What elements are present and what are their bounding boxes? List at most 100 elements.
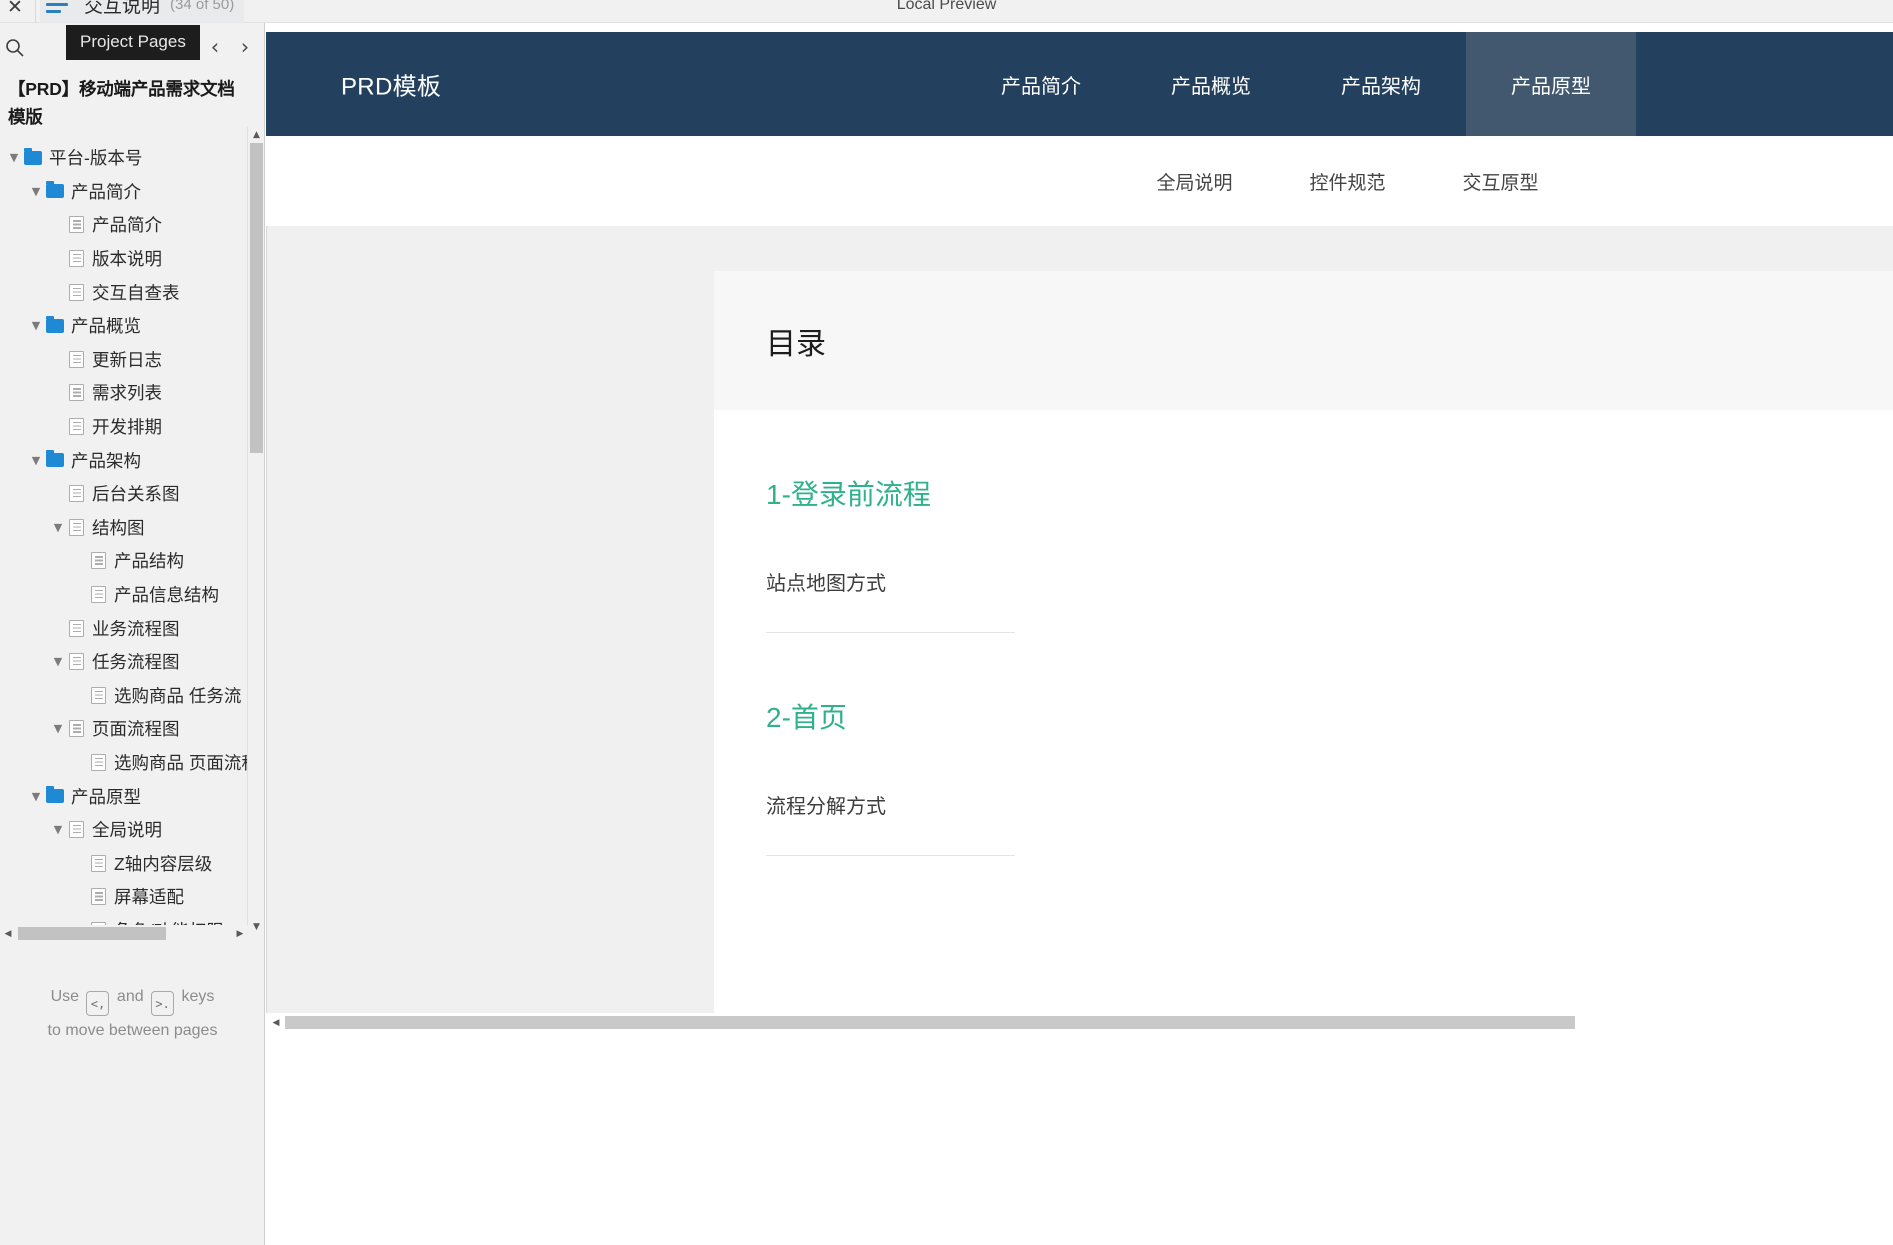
page-icon [69, 653, 84, 671]
tree-item-label: 产品简介 [92, 215, 162, 236]
navbar-items: 产品简介 产品概览 产品架构 产品原型 [956, 32, 1636, 136]
hint-prefix: Use [50, 987, 80, 1005]
tree-item[interactable]: ▼ 平台-版本号 [0, 141, 264, 175]
caret-down-icon[interactable]: ▼ [50, 721, 66, 737]
tree-item-label: 产品简介 [71, 181, 141, 202]
tree-item[interactable]: ▼ 产品概览 [0, 309, 264, 343]
page-title: 目录 [766, 327, 826, 361]
page-icon [69, 485, 84, 503]
tree-item-label: Z轴内容层级 [114, 853, 213, 874]
subnav-item[interactable]: 交互原型 [1424, 136, 1577, 226]
caret-down-icon[interactable]: ▼ [50, 822, 66, 838]
page-icon [69, 350, 84, 368]
tree-item[interactable]: ▼交互自查表 [0, 275, 264, 309]
folder-icon [46, 315, 64, 333]
caret-down-icon[interactable]: ▼ [50, 519, 66, 535]
toc-card-body: 1-登录前流程 站点地图方式 2-首页 流程分解方式 [714, 410, 1893, 856]
navbar-item[interactable]: 产品简介 [956, 32, 1126, 136]
tree-item[interactable]: ▼业务流程图 [0, 611, 264, 645]
toc-card: 目录 1-登录前流程 站点地图方式 2-首页 流程分解方式 [714, 271, 1893, 1033]
tree-item[interactable]: ▼ 产品原型 [0, 779, 264, 813]
tree-item-label: 产品概览 [71, 316, 141, 337]
page-pane-chip[interactable]: 交互说明 (34 of 50) [40, 0, 245, 24]
tree-item[interactable]: ▼选购商品 页面流程 [0, 746, 264, 780]
navbar-item[interactable]: 产品概览 [1126, 32, 1296, 136]
tree-item[interactable]: ▼Z轴内容层级 [0, 846, 264, 880]
caret-down-icon[interactable]: ▼ [50, 654, 66, 670]
toc-section-title[interactable]: 2-首页 [766, 633, 1893, 736]
navbar-item[interactable]: 产品架构 [1296, 32, 1466, 136]
sidebar-vertical-scrollbar[interactable]: ▲ ▼ [247, 127, 264, 935]
sidebar-hscroll-thumb[interactable] [18, 927, 166, 940]
scroll-right-icon[interactable]: ▶ [232, 925, 248, 942]
prototype-hscroll-thumb[interactable] [285, 1016, 1575, 1029]
subnav-item[interactable]: 全局说明 [1118, 136, 1271, 226]
project-pages-sidebar: ‹ › 【PRD】移动端产品需求文档模版 ▼平台-版本号▼产品简介▼产品简介▼版… [0, 23, 265, 1245]
chevron-right-icon[interactable]: › [234, 33, 256, 61]
tree-item[interactable]: ▼需求列表 [0, 376, 264, 410]
page-counter: (34 of 50) [170, 0, 235, 13]
tree-item[interactable]: ▼产品结构 [0, 544, 264, 578]
page-icon [69, 384, 84, 402]
tree-item[interactable]: ▼屏幕适配 [0, 880, 264, 914]
hamburger-menu-icon[interactable] [46, 0, 74, 16]
caret-down-icon[interactable]: ▼ [28, 788, 44, 804]
tree-item[interactable]: ▼更新日志 [0, 343, 264, 377]
tree-item[interactable]: ▼ 任务流程图 [0, 645, 264, 679]
tree-item[interactable]: ▼ 页面流程图 [0, 712, 264, 746]
page-icon [91, 753, 106, 771]
caret-down-icon[interactable]: ▼ [6, 150, 22, 166]
tree-item[interactable]: ▼开发排期 [0, 410, 264, 444]
page-icon [69, 821, 84, 839]
search-icon[interactable] [2, 35, 28, 61]
key-next: >. [151, 991, 175, 1016]
window-title: Local Preview [896, 0, 997, 13]
caret-down-icon[interactable]: ▼ [28, 452, 44, 468]
tree-item[interactable]: ▼ 结构图 [0, 511, 264, 545]
tree-item-label: 需求列表 [92, 383, 162, 404]
prototype-content-area: 目录 1-登录前流程 站点地图方式 2-首页 流程分解方式 [266, 226, 1893, 1033]
scroll-up-icon[interactable]: ▲ [248, 127, 264, 143]
chevron-left-icon[interactable]: ‹ [204, 33, 226, 61]
sidebar-vscroll-thumb[interactable] [250, 143, 263, 453]
toolbar-divider [35, 0, 36, 23]
tree-item[interactable]: ▼产品简介 [0, 208, 264, 242]
caret-down-icon[interactable]: ▼ [28, 183, 44, 199]
keyboard-hint-line1: Use <, and >. keys [0, 982, 264, 1016]
folder-icon [46, 786, 64, 804]
tree-item[interactable]: ▼ 产品架构 [0, 443, 264, 477]
caret-down-icon[interactable]: ▼ [28, 318, 44, 334]
toc-section-link[interactable]: 流程分解方式 [766, 736, 886, 819]
tree-item-label: 产品信息结构 [114, 585, 219, 606]
folder-icon [46, 181, 64, 199]
prototype-subnav: 全局说明 控件规范 交互原型 [266, 136, 1893, 226]
tooltip-project-pages: Project Pages [66, 25, 200, 60]
tree-item[interactable]: ▼产品信息结构 [0, 578, 264, 612]
scroll-down-icon[interactable]: ▼ [248, 919, 264, 935]
scroll-left-icon[interactable]: ◀ [0, 925, 16, 942]
project-title: 【PRD】移动端产品需求文档模版 [8, 79, 235, 127]
navbar-item[interactable]: 产品原型 [1466, 32, 1636, 136]
tree-item-label: 后台关系图 [92, 484, 180, 505]
prototype-scroll-left-icon[interactable]: ◀ [268, 1013, 284, 1032]
toc-section-link[interactable]: 站点地图方式 [766, 513, 886, 596]
toc-section-title[interactable]: 1-登录前流程 [766, 410, 1893, 513]
page-icon [91, 888, 106, 906]
sidebar-horizontal-scrollbar[interactable]: ◀ ▶ [0, 925, 248, 942]
tree-item-label: 任务流程图 [92, 652, 180, 673]
tree-item[interactable]: ▼ 全局说明 [0, 813, 264, 847]
tree-item-label: 结构图 [92, 517, 145, 538]
close-icon[interactable]: ✕ [2, 0, 28, 20]
prototype-viewport: PRD模板 产品简介 产品概览 产品架构 产品原型 全局说明 控件规范 交互原型 目录 1… [266, 23, 1893, 1245]
top-toolbar: Local Preview ✕ 交互说明 (34 of 50) [0, 0, 1893, 24]
prototype-horizontal-scrollbar[interactable]: ◀ [266, 1013, 1893, 1032]
subnav-item[interactable]: 控件规范 [1271, 136, 1424, 226]
tree-item[interactable]: ▼后台关系图 [0, 477, 264, 511]
tree-item[interactable]: ▼版本说明 [0, 242, 264, 276]
current-page-title: 交互说明 [84, 0, 161, 17]
page-icon [91, 854, 106, 872]
tree-item[interactable]: ▼选购商品 任务流 [0, 679, 264, 713]
tree-item-label: 版本说明 [92, 249, 162, 270]
tree-item[interactable]: ▼ 产品简介 [0, 175, 264, 209]
tree-item-label: 交互自查表 [92, 282, 180, 303]
